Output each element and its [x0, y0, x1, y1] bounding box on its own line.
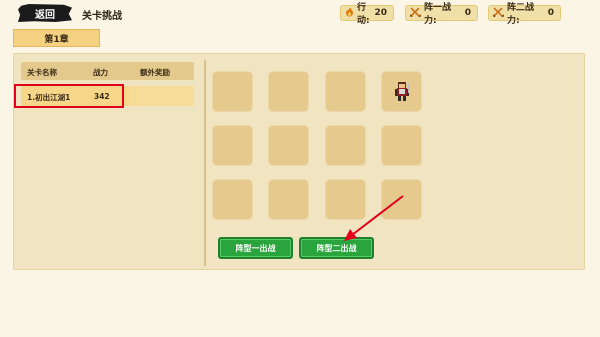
- crossed-swords-icon: [492, 6, 505, 20]
- panel-divider: [204, 60, 206, 266]
- column-header-power: 战力: [93, 68, 108, 77]
- action-points-stat: 行动: 20: [340, 3, 394, 26]
- formation-slot[interactable]: [325, 179, 366, 220]
- formation-slot[interactable]: [268, 71, 309, 112]
- formation-slot[interactable]: [212, 71, 253, 112]
- stat-label: 行动:: [357, 3, 370, 26]
- tab-chapter-1[interactable]: 第1章: [13, 29, 100, 47]
- stat-value: 20: [374, 8, 387, 18]
- formation2-battle-button[interactable]: 阵型二出战: [299, 237, 374, 259]
- formation-slot[interactable]: [381, 125, 422, 166]
- flame-icon: [345, 6, 354, 20]
- formation-slot[interactable]: [268, 125, 309, 166]
- formation-slot[interactable]: [381, 179, 422, 220]
- selection-highlight-box: [14, 84, 124, 108]
- formation1-power-stat: 阵一战力: 0: [405, 3, 478, 26]
- stat-label: 阵二战力:: [507, 3, 535, 26]
- formation2-power-stat: 阵二战力: 0: [488, 3, 561, 26]
- column-header-level-name: 关卡名称: [27, 68, 57, 77]
- column-header-extra-reward: 额外奖励: [140, 68, 170, 77]
- top-bar: 返回 关卡挑战 行动: 20 阵一战力: 0 阵二战力: 0: [0, 0, 600, 26]
- back-button[interactable]: 返回: [18, 4, 72, 22]
- formation-slot[interactable]: [325, 71, 366, 112]
- stat-value: 0: [547, 8, 554, 18]
- warrior-sprite-icon: [395, 82, 409, 101]
- stat-value: 0: [464, 8, 471, 18]
- formation1-battle-button[interactable]: 阵型一出战: [218, 237, 293, 259]
- page-title: 关卡挑战: [82, 11, 122, 22]
- level-extra-reward: [129, 86, 194, 106]
- stat-label: 阵一战力:: [424, 3, 452, 26]
- formation-slot[interactable]: [212, 179, 253, 220]
- level-list-header: 关卡名称 战力 额外奖励: [21, 62, 194, 80]
- formation-slot[interactable]: [381, 71, 422, 112]
- formation-slot[interactable]: [325, 125, 366, 166]
- crossed-swords-icon: [409, 6, 422, 20]
- formation-slot[interactable]: [212, 125, 253, 166]
- formation-slot[interactable]: [268, 179, 309, 220]
